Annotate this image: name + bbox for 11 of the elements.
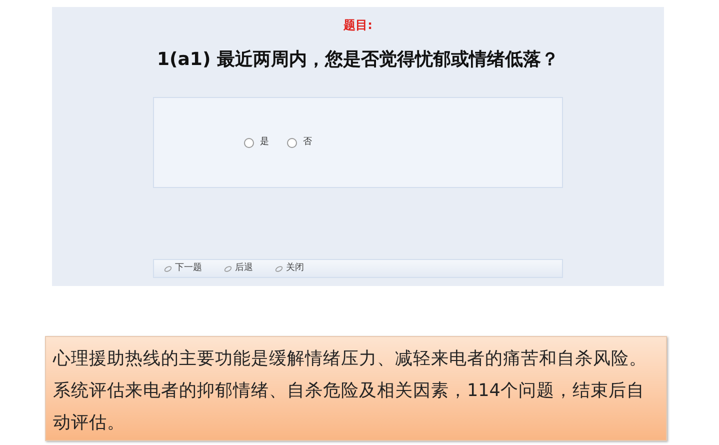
toolbar-button[interactable]: 下一题 [164,262,202,276]
tag-icon [164,266,172,272]
question-title: 1(a1) 最近两周内，您是否觉得忧郁或情绪低落？ [157,48,559,72]
radio-option[interactable]: 是 [244,136,269,150]
toolbar-button[interactable]: 关闭 [275,262,304,276]
radio-option[interactable]: 否 [287,136,312,150]
heading: 题目: [344,17,372,34]
note-text: 心理援助热线的主要功能是缓解情绪压力、减轻来电者的痛苦和自杀风险。系统评估来电者的抑郁情绪、自杀危险及相关因素，114个问题，结束后自动评估。 [53,348,648,435]
toolbar-button[interactable]: 后退 [224,262,253,276]
tag-icon [275,266,283,272]
tag-icon [224,266,232,272]
